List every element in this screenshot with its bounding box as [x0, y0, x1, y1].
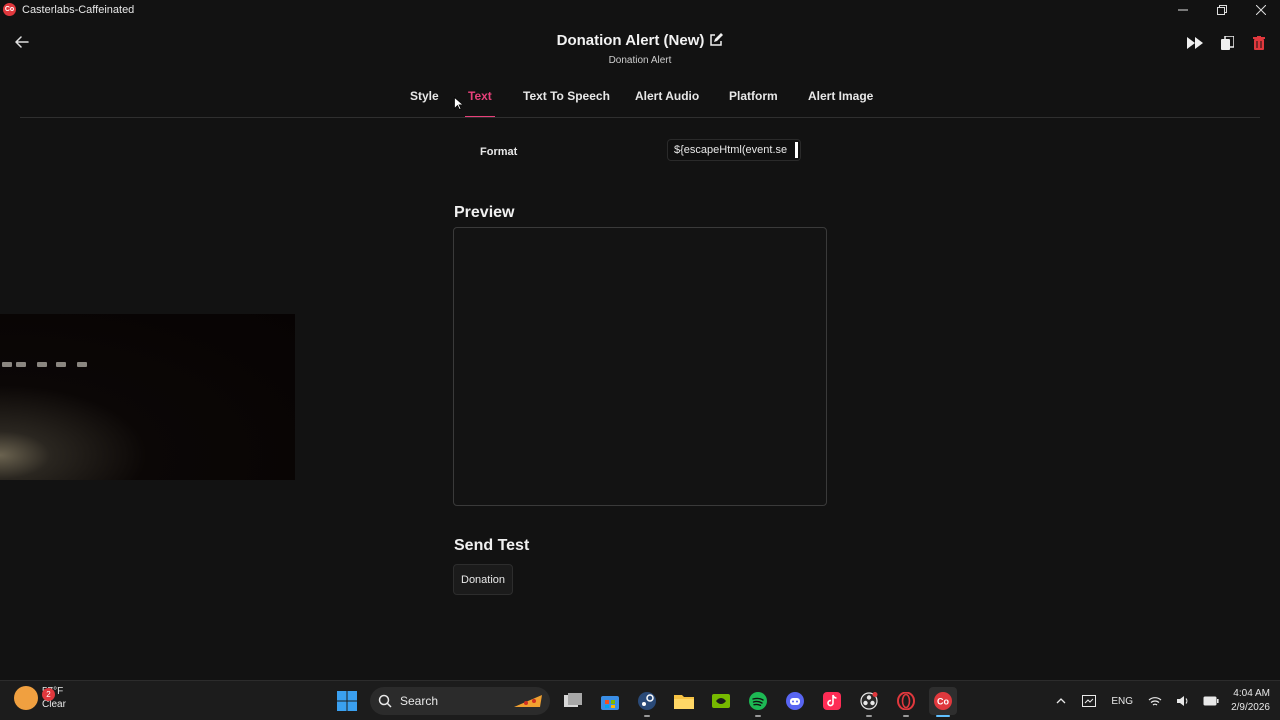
start-button[interactable] — [333, 687, 361, 715]
light-dash — [16, 362, 26, 367]
casterlabs-icon: Co — [934, 692, 952, 710]
obs-icon — [860, 692, 878, 710]
opera-icon — [897, 692, 915, 710]
show-hidden-icons-button[interactable] — [1052, 692, 1070, 710]
send-test-title: Send Test — [454, 537, 530, 554]
opera-gx-button[interactable] — [892, 687, 920, 717]
network-button[interactable] — [1146, 692, 1164, 710]
window-titlebar: Co Casterlabs-Caffeinated — [0, 0, 1280, 19]
format-input[interactable]: ${escapeHtml(event.se — [667, 139, 801, 161]
notification-badge: 2 — [42, 688, 55, 701]
chevron-up-icon — [1056, 698, 1066, 704]
spotify-button[interactable] — [744, 687, 772, 717]
light-dash — [2, 362, 12, 367]
running-indicator — [903, 715, 909, 717]
nvidia-button[interactable] — [707, 687, 735, 715]
preview-box — [453, 227, 827, 506]
clock-date: 2/9/2026 — [1231, 702, 1270, 713]
system-tray: ENG 4:04 AM 2/9/2026 — [1047, 686, 1270, 716]
light-dash — [37, 362, 47, 367]
send-donation-test-button[interactable]: Donation — [453, 564, 514, 595]
tray-app-button[interactable] — [1080, 692, 1098, 710]
minimize-button[interactable] — [1163, 0, 1202, 19]
text-caret — [795, 142, 798, 158]
trash-icon — [1253, 36, 1265, 50]
obs-button[interactable] — [855, 687, 883, 717]
weather-widget[interactable]: 2 57°F Clear — [14, 685, 66, 711]
preview-title: Preview — [454, 204, 515, 221]
copy-icon — [1220, 36, 1234, 50]
running-indicator — [866, 715, 872, 717]
format-label: Format — [480, 146, 518, 158]
restore-button[interactable] — [1202, 0, 1241, 19]
light-dash — [56, 362, 66, 367]
close-icon — [1255, 4, 1266, 15]
page-subtitle: Donation Alert — [608, 55, 672, 66]
tab-text-to-speech[interactable]: Text To Speech — [523, 89, 610, 118]
battery-icon — [1203, 696, 1219, 706]
play-alert-button[interactable] — [1182, 31, 1208, 55]
close-button[interactable] — [1241, 0, 1280, 19]
search-label: Search — [400, 694, 439, 708]
steam-icon — [638, 692, 656, 710]
battery-button[interactable] — [1202, 692, 1220, 710]
spotify-icon — [749, 692, 767, 710]
file-explorer-button[interactable] — [670, 687, 698, 715]
tiktok-button[interactable] — [818, 687, 846, 715]
fast-forward-icon — [1187, 37, 1203, 49]
casterlabs-button[interactable]: Co — [929, 687, 957, 717]
microsoft-store-button[interactable] — [596, 687, 624, 715]
video-overlay — [0, 314, 295, 480]
taskbar-search[interactable]: Search — [370, 687, 550, 715]
tiktok-icon — [823, 692, 841, 710]
wifi-icon — [1148, 696, 1162, 706]
windows-icon — [337, 691, 357, 711]
edit-title-button[interactable] — [709, 33, 724, 51]
folder-icon — [674, 695, 694, 709]
task-view-icon — [564, 693, 582, 707]
page-title: Donation Alert (New) — [0, 32, 1280, 51]
store-icon — [601, 696, 619, 710]
input-language[interactable]: ENG — [1111, 696, 1133, 707]
task-view-button[interactable] — [559, 687, 587, 715]
volume-button[interactable] — [1174, 692, 1192, 710]
format-input-value: ${escapeHtml(event.se — [674, 144, 788, 156]
svg-text:Co: Co — [937, 697, 949, 707]
discord-button[interactable] — [781, 687, 809, 715]
speaker-icon — [1177, 696, 1188, 706]
running-indicator — [644, 715, 650, 717]
clock[interactable]: 4:04 AM 2/9/2026 — [1231, 687, 1270, 715]
tab-style[interactable]: Style — [410, 89, 439, 118]
running-indicator — [936, 715, 950, 717]
restore-icon — [1216, 4, 1227, 15]
discord-icon — [786, 692, 804, 710]
app-logo: Co — [3, 3, 16, 16]
tray-app-icon — [1082, 695, 1097, 707]
light-dash — [77, 362, 87, 367]
tab-alert-audio[interactable]: Alert Audio — [635, 89, 699, 118]
tab-platform[interactable]: Platform — [729, 89, 778, 118]
duplicate-button[interactable] — [1214, 31, 1240, 55]
steam-button[interactable] — [633, 687, 661, 717]
minimize-icon — [1177, 9, 1188, 10]
page-title-text: Donation Alert (New) — [556, 32, 705, 49]
window-title: Casterlabs-Caffeinated — [22, 3, 135, 16]
mouse-cursor-icon — [454, 97, 462, 110]
running-indicator — [755, 715, 761, 717]
taskbar: 2 57°F Clear Search — [0, 680, 1280, 720]
nvidia-icon — [712, 694, 730, 708]
page-header: Donation Alert (New) Donation Alert — [0, 19, 1280, 69]
delete-button[interactable] — [1246, 31, 1272, 55]
pizza-icon — [514, 695, 542, 707]
edit-icon — [710, 33, 724, 46]
weather-moon-icon — [14, 686, 38, 710]
tab-alert-image[interactable]: Alert Image — [808, 89, 873, 118]
search-icon — [378, 694, 392, 708]
clock-time: 4:04 AM — [1233, 688, 1270, 699]
tabs-divider — [20, 117, 1260, 118]
settings-tabs: Style Text Text To Speech Alert Audio Pl… — [0, 84, 1280, 118]
tab-text[interactable]: Text — [465, 89, 495, 118]
